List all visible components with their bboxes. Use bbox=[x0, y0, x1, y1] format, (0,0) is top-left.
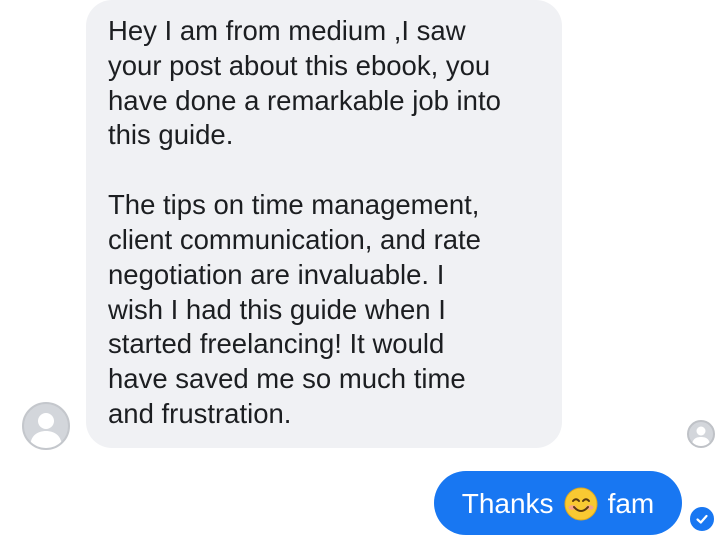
smiling-face-icon bbox=[564, 487, 598, 521]
incoming-message-paragraph-1: Hey I am from medium ,I saw your post ab… bbox=[108, 15, 501, 151]
outgoing-message-bubble[interactable]: Thanks fam bbox=[434, 471, 682, 535]
outgoing-message-text-end: fam bbox=[607, 488, 655, 519]
incoming-message-bubble[interactable]: Hey I am from medium ,I saw your post ab… bbox=[86, 0, 562, 448]
seen-avatar-icon bbox=[687, 420, 715, 448]
chat-thread: Hey I am from medium ,I saw your post ab… bbox=[0, 0, 720, 546]
outgoing-message-text-start: Thanks bbox=[461, 488, 554, 519]
checkmark-circle-icon bbox=[688, 505, 716, 533]
incoming-message-paragraph-2: The tips on time management, client comm… bbox=[108, 189, 481, 429]
sender-avatar-icon[interactable] bbox=[22, 402, 70, 450]
